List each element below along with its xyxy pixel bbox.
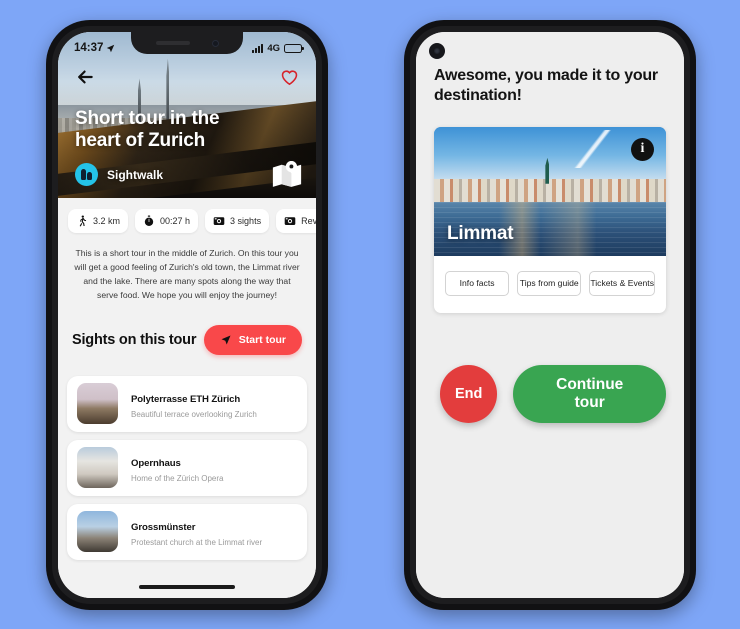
poi-name: Limmat (447, 222, 514, 244)
notch (131, 32, 243, 54)
screen-android: Awesome, you made it to your destination… (416, 32, 684, 598)
phone-bezel-ios: 14:37 4G Short tour in the heart of Zuri… (52, 26, 322, 604)
tour-title: Short tour in the heart of Zurich (75, 107, 220, 151)
footprints-icon (75, 163, 98, 186)
start-tour-label: Start tour (238, 333, 286, 346)
hero-top-bar (58, 62, 316, 92)
battery-icon (284, 43, 304, 53)
destination-reached-screen: Awesome, you made it to your destination… (416, 32, 684, 598)
front-camera-icon (429, 43, 445, 59)
list-item[interactable]: Polyterrasse ETH Zürich Beautiful terrac… (67, 375, 307, 432)
chip-distance-label: 3.2 km (93, 216, 121, 226)
folded-map-pin-icon[interactable] (272, 161, 302, 188)
end-tour-button[interactable]: End (440, 364, 498, 423)
earpiece-speaker (155, 41, 190, 45)
heart-outline-icon[interactable] (280, 68, 299, 87)
camera-icon (284, 217, 296, 225)
tickets-and-events-button[interactable]: Tickets & Events (589, 270, 655, 296)
sight-subtitle: Protestant church at the Limmat river (131, 537, 263, 547)
home-indicator[interactable] (139, 585, 235, 589)
sight-text: Polyterrasse ETH Zürich Beautiful terrac… (131, 389, 257, 419)
stopwatch-icon (144, 215, 154, 226)
chip-duration[interactable]: 00:27 h (135, 209, 199, 233)
status-bar-left: 14:37 (74, 42, 115, 54)
chip-distance[interactable]: 3.2 km (68, 209, 129, 233)
sight-name: Opernhaus (131, 457, 181, 469)
sights-heading: Sights on this tour (72, 331, 197, 348)
brand-row: Sightwalk (75, 163, 163, 186)
continue-tour-button[interactable]: Continue tour (513, 364, 666, 423)
cta-row: End Continue tour (434, 364, 666, 423)
list-item[interactable]: Grossmünster Protestant church at the Li… (67, 503, 307, 560)
tour-detail-body: 3.2 km 00:27 h 3 sights Rev This is a sh… (58, 198, 316, 598)
network-type: 4G (267, 42, 280, 54)
sight-name: Grossmünster (131, 521, 196, 533)
phone-mockup-android: Awesome, you made it to your destination… (404, 20, 696, 610)
status-bar-right: 4G (252, 42, 304, 54)
sight-subtitle: Home of the Zürich Opera (131, 473, 224, 483)
chip-sights-label: 3 sights (230, 216, 262, 226)
tour-stat-chips: 3.2 km 00:27 h 3 sights Rev (58, 198, 316, 233)
sight-text: Opernhaus Home of the Zürich Opera (131, 453, 223, 483)
poi-action-row: Info facts Tips from guide Tickets & Eve… (434, 256, 666, 313)
front-camera-icon (211, 39, 219, 47)
info-facts-button[interactable]: Info facts (445, 270, 510, 296)
status-time: 14:37 (74, 42, 104, 54)
chip-duration-label: 00:27 h (160, 216, 191, 226)
signal-bars-icon (252, 43, 264, 53)
sight-text: Grossmünster Protestant church at the Li… (131, 517, 262, 547)
chip-reviews-label: Reviews (301, 216, 316, 226)
navigation-arrow-icon (221, 335, 231, 345)
list-item[interactable]: Opernhaus Home of the Zürich Opera (67, 439, 307, 496)
brand-name: Sightwalk (107, 167, 164, 182)
sight-subtitle: Beautiful terrace overlooking Zurich (131, 409, 257, 419)
screen-ios: 14:37 4G Short tour in the heart of Zuri… (58, 32, 316, 598)
phone-bezel-android: Awesome, you made it to your destination… (410, 26, 690, 604)
sights-header-row: Sights on this tour Start tour (58, 303, 316, 355)
page-title: Awesome, you made it to your destination… (434, 67, 658, 105)
sight-thumbnail (77, 447, 118, 489)
tips-from-guide-button[interactable]: Tips from guide (517, 270, 582, 296)
phone-mockup-ios: 14:37 4G Short tour in the heart of Zuri… (46, 20, 328, 610)
info-circle-icon[interactable]: i (631, 137, 654, 161)
location-arrow-icon (107, 44, 115, 52)
sight-thumbnail (77, 383, 118, 425)
poi-photo: i Limmat (434, 126, 666, 256)
chip-sights[interactable]: 3 sights (205, 209, 270, 233)
start-tour-button[interactable]: Start tour (203, 324, 302, 355)
sight-thumbnail (77, 511, 118, 553)
walking-person-icon (79, 215, 87, 227)
back-arrow-icon[interactable] (75, 67, 95, 87)
tour-description: This is a short tour in the middle of Zu… (74, 248, 300, 300)
chip-reviews[interactable]: Reviews (276, 209, 316, 233)
sights-list: Polyterrasse ETH Zürich Beautiful terrac… (58, 355, 316, 560)
poi-card: i Limmat Info facts Tips from guide Tick… (434, 126, 666, 313)
sight-name: Polyterrasse ETH Zürich (131, 393, 241, 405)
camera-icon (213, 217, 225, 225)
